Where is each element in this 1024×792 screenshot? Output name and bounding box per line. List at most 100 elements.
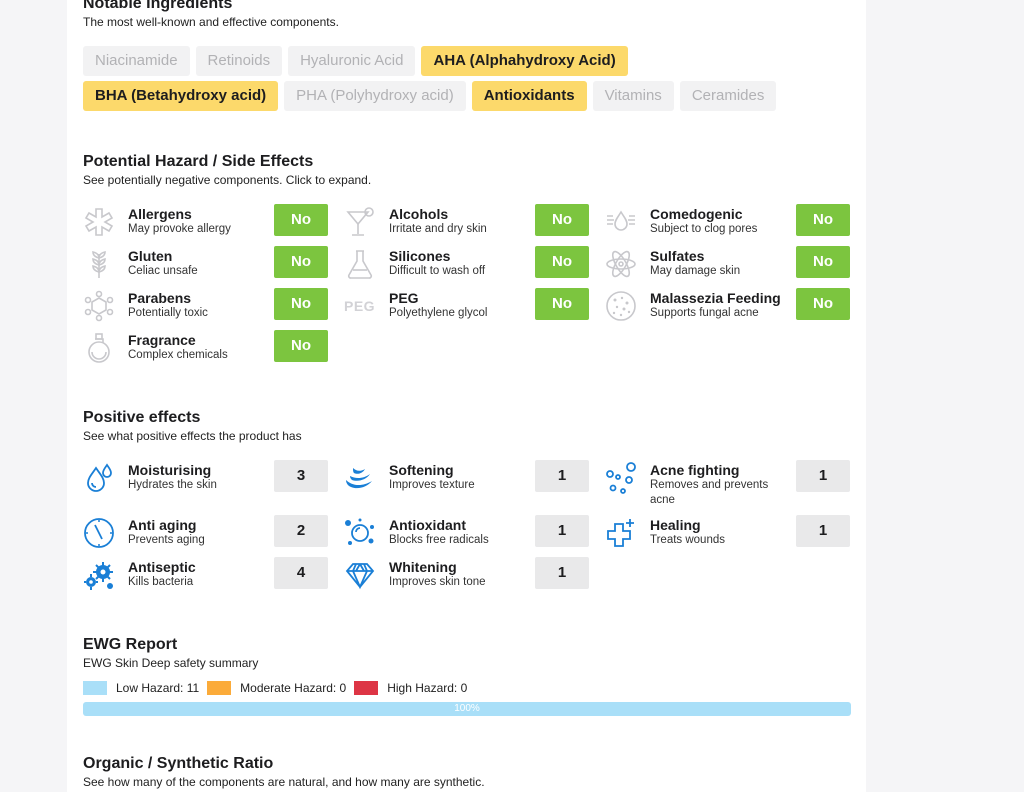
hazard-parabens[interactable]: Parabens Potentially toxic No bbox=[83, 288, 343, 324]
hazard-comedogenic[interactable]: Comedogenic Subject to clog pores No bbox=[605, 204, 865, 240]
peg-icon: PEG bbox=[344, 298, 376, 314]
positive-grid: Moisturising Hydrates the skin 3 Softeni… bbox=[83, 460, 853, 590]
positive-subtitle: See what positive effects the product ha… bbox=[83, 429, 302, 443]
chip-pha[interactable]: PHA (Polyhydroxy acid) bbox=[284, 81, 466, 111]
hazard-badge: No bbox=[274, 204, 328, 236]
hazards-subtitle: See potentially negative components. Cli… bbox=[83, 173, 372, 187]
hazard-desc: Irritate and dry skin bbox=[389, 223, 487, 235]
hazard-malassezia[interactable]: Malassezia Feeding Supports fungal acne … bbox=[605, 288, 865, 324]
medical-cross-icon bbox=[607, 519, 634, 547]
effect-desc: Prevents aging bbox=[128, 534, 205, 546]
bubbles-icon bbox=[606, 462, 636, 494]
legend-low-label: Low Hazard: 11 bbox=[116, 681, 200, 695]
hazard-sulfates[interactable]: Sulfates May damage skin No bbox=[605, 246, 865, 282]
product-details-panel: Notable Ingredients The most well-known … bbox=[67, 0, 866, 792]
feather-icon bbox=[346, 468, 372, 489]
hazard-desc: Subject to clog pores bbox=[650, 223, 758, 235]
hazard-desc: Complex chemicals bbox=[128, 349, 228, 361]
hazard-name: Malassezia Feeding bbox=[650, 290, 781, 306]
chip-vitamins[interactable]: Vitamins bbox=[592, 81, 674, 111]
effect-name: Whitening bbox=[389, 559, 457, 575]
ingredient-chips: Niacinamide Retinoids Hyaluronic Acid AH… bbox=[83, 46, 853, 116]
effect-name: Anti aging bbox=[128, 517, 197, 533]
hazard-badge: No bbox=[274, 330, 328, 362]
hazard-name: PEG bbox=[389, 290, 419, 306]
allergen-icon bbox=[84, 208, 114, 236]
chip-niacinamide[interactable]: Niacinamide bbox=[83, 46, 190, 76]
legend-moderate: Moderate Hazard: 0 bbox=[207, 681, 346, 695]
effect-count: 1 bbox=[535, 515, 589, 547]
effect-desc: Removes and prevents acne bbox=[650, 479, 769, 506]
hazard-desc: Supports fungal acne bbox=[650, 307, 759, 319]
hazards-grid: Allergens May provoke allergy No Alcohol… bbox=[83, 204, 853, 374]
ingredients-header: Notable Ingredients The most well-known … bbox=[83, 0, 339, 30]
ratio-title: Organic / Synthetic Ratio bbox=[83, 755, 274, 772]
bacteria-icon bbox=[84, 562, 113, 590]
hazard-badge: No bbox=[796, 288, 850, 320]
hazard-desc: Potentially toxic bbox=[128, 307, 208, 319]
high-swatch bbox=[354, 681, 379, 695]
legend-moderate-label: Moderate Hazard: 0 bbox=[240, 681, 347, 695]
perfume-icon bbox=[88, 333, 110, 363]
chip-retinoids[interactable]: Retinoids bbox=[195, 46, 283, 76]
effect-name: Antiseptic bbox=[128, 559, 196, 575]
hazard-desc: May provoke allergy bbox=[128, 223, 231, 235]
ratio-header: Organic / Synthetic Ratio See how many o… bbox=[83, 754, 485, 790]
hazard-name: Allergens bbox=[128, 206, 192, 222]
molecule-icon bbox=[84, 290, 114, 322]
effect-count: 2 bbox=[274, 515, 328, 547]
effect-antioxidant[interactable]: Antioxidant Blocks free radicals 1 bbox=[344, 515, 604, 551]
chip-antioxidants[interactable]: Antioxidants bbox=[471, 81, 587, 111]
chip-row: Niacinamide Retinoids Hyaluronic Acid AH… bbox=[83, 46, 853, 76]
legend-high-label: High Hazard: 0 bbox=[387, 681, 468, 695]
ratio-subtitle: See how many of the components are natur… bbox=[83, 775, 485, 789]
ewg-bar-label: 100% bbox=[454, 703, 480, 714]
clock-icon bbox=[84, 518, 114, 548]
hazard-name: Alcohols bbox=[389, 206, 449, 222]
hazards-title: Potential Hazard / Side Effects bbox=[83, 153, 314, 170]
effect-anti-aging[interactable]: Anti aging Prevents aging 2 bbox=[83, 515, 343, 551]
effect-count: 1 bbox=[535, 460, 589, 492]
effect-acne-fighting[interactable]: Acne fighting Removes and prevents acne … bbox=[605, 460, 865, 508]
hazard-alcohols[interactable]: Alcohols Irritate and dry skin No bbox=[344, 204, 604, 240]
ewg-subtitle: EWG Skin Deep safety summary bbox=[83, 656, 259, 670]
hazard-peg[interactable]: PEG PEG Polyethylene glycol No bbox=[344, 288, 604, 324]
effect-name: Antioxidant bbox=[389, 517, 466, 533]
hazard-badge: No bbox=[796, 246, 850, 278]
ingredients-subtitle: The most well-known and effective compon… bbox=[83, 15, 339, 29]
radical-icon bbox=[345, 518, 374, 545]
cocktail-icon bbox=[346, 207, 374, 236]
wheat-icon bbox=[92, 250, 106, 278]
chip-aha[interactable]: AHA (Alphahydroxy Acid) bbox=[421, 46, 628, 76]
hazard-fragrance[interactable]: Fragrance Complex chemicals No bbox=[83, 330, 343, 366]
hazard-allergens[interactable]: Allergens May provoke allergy No bbox=[83, 204, 343, 240]
chip-ceramides[interactable]: Ceramides bbox=[679, 81, 777, 111]
effect-softening[interactable]: Softening Improves texture 1 bbox=[344, 460, 604, 508]
effect-count: 1 bbox=[796, 515, 850, 547]
hazard-silicones[interactable]: Silicones Difficult to wash off No bbox=[344, 246, 604, 282]
hazard-badge: No bbox=[274, 246, 328, 278]
hazard-badge: No bbox=[274, 288, 328, 320]
fungus-icon bbox=[606, 291, 636, 321]
ewg-title: EWG Report bbox=[83, 636, 178, 653]
positive-header: Positive effects See what positive effec… bbox=[83, 408, 302, 444]
effect-moisturising[interactable]: Moisturising Hydrates the skin 3 bbox=[83, 460, 343, 508]
hazard-name: Gluten bbox=[128, 248, 173, 264]
pore-drop-icon bbox=[607, 210, 635, 231]
effect-desc: Hydrates the skin bbox=[128, 479, 217, 491]
water-drops-icon bbox=[87, 463, 112, 492]
chip-row: BHA (Betahydroxy acid) PHA (Polyhydroxy … bbox=[83, 81, 853, 111]
chip-hyaluronic-acid[interactable]: Hyaluronic Acid bbox=[288, 46, 416, 76]
chip-bha[interactable]: BHA (Betahydroxy acid) bbox=[83, 81, 279, 111]
effect-count: 1 bbox=[535, 557, 589, 589]
hazard-gluten[interactable]: Gluten Celiac unsafe No bbox=[83, 246, 343, 282]
effect-whitening[interactable]: Whitening Improves skin tone 1 bbox=[344, 557, 604, 593]
effect-antiseptic[interactable]: Antiseptic Kills bacteria 4 bbox=[83, 557, 343, 593]
effect-desc: Blocks free radicals bbox=[389, 534, 489, 546]
effect-count: 4 bbox=[274, 557, 328, 589]
hazard-name: Silicones bbox=[389, 248, 451, 264]
hazard-name: Comedogenic bbox=[650, 206, 743, 222]
legend-high: High Hazard: 0 bbox=[354, 681, 467, 695]
effect-healing[interactable]: Healing Treats wounds 1 bbox=[605, 515, 865, 551]
legend-low: Low Hazard: 11 bbox=[83, 681, 199, 695]
